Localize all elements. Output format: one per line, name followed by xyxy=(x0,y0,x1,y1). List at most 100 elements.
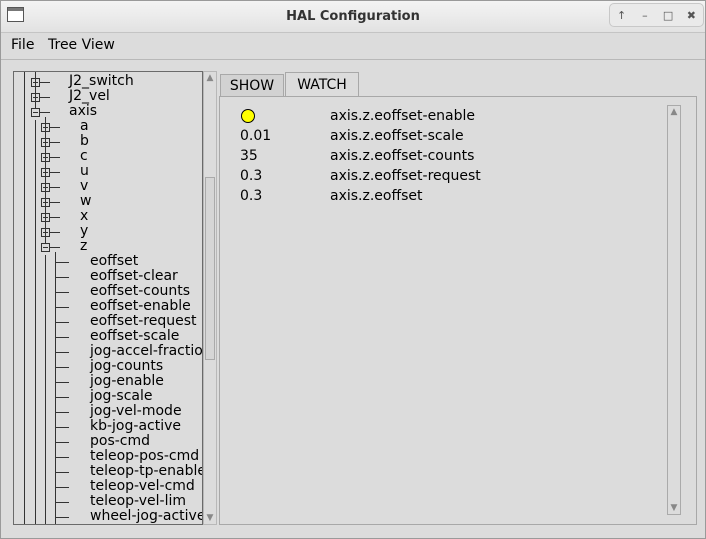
watch-row[interactable]: 0.01 axis.z.eoffset-scale xyxy=(220,126,660,146)
tree-connector-line xyxy=(55,442,69,443)
tree-connector-line xyxy=(55,262,69,263)
tree-connector-line xyxy=(55,427,69,428)
tree-connector-line xyxy=(35,120,36,524)
tree-connector-line xyxy=(55,292,69,293)
tree-node-u[interactable]: u xyxy=(80,164,89,179)
tree-connector-line xyxy=(55,352,69,353)
tree-connector-line xyxy=(35,72,36,108)
watch-pin-name: axis.z.eoffset xyxy=(330,188,423,204)
watch-value: 0.3 xyxy=(240,188,263,204)
tree-connector-line xyxy=(45,117,46,243)
tree-connector-line xyxy=(55,412,69,413)
keep-above-button[interactable]: ↑ xyxy=(613,6,631,24)
tree-connector-line xyxy=(40,97,50,98)
tree-leaf-wheel-jog-active[interactable]: wheel-jog-active xyxy=(90,509,202,524)
tree-node-y[interactable]: y xyxy=(80,224,88,239)
watch-pin-name: axis.z.eoffset-request xyxy=(330,168,481,184)
watch-row[interactable]: 0.3 axis.z.eoffset-request xyxy=(220,166,660,186)
tree-leaf-eoffset[interactable]: eoffset xyxy=(90,254,138,269)
hal-configuration-window: HAL Configuration ↑ – □ ✖ File Tree View… xyxy=(0,0,706,539)
tree-leaf-kb-jog-active[interactable]: kb-jog-active xyxy=(90,419,181,434)
tree-connector-line xyxy=(40,82,50,83)
tree-leaf-teleop-tp-enable[interactable]: teleop-tp-enable xyxy=(90,464,202,479)
tree-node-w[interactable]: w xyxy=(80,194,91,209)
tree-connector-line xyxy=(55,517,69,518)
tree-leaf-teleop-pos-cmd[interactable]: teleop-pos-cmd xyxy=(90,449,199,464)
watch-panel: axis.z.eoffset-enable 0.01 axis.z.eoffset-… xyxy=(219,96,697,525)
tree-node-z[interactable]: z xyxy=(80,239,87,254)
window-title: HAL Configuration xyxy=(286,9,420,24)
tree-node-a[interactable]: a xyxy=(80,119,89,134)
scroll-up-arrow-icon[interactable]: ▲ xyxy=(669,107,679,117)
tree-leaf-eoffset-enable[interactable]: eoffset-enable xyxy=(90,299,191,314)
tree-connector-line xyxy=(55,487,69,488)
tree-leaf-jog-counts[interactable]: jog-counts xyxy=(90,359,163,374)
tree-connector-line xyxy=(55,367,69,368)
tree-node-b[interactable]: b xyxy=(80,134,89,149)
menu-file[interactable]: File xyxy=(11,37,34,53)
menu-tree-view[interactable]: Tree View xyxy=(48,37,115,53)
tree-connector-line xyxy=(50,187,60,188)
tree-connector-line xyxy=(55,397,69,398)
watch-row[interactable]: 35 axis.z.eoffset-counts xyxy=(220,146,660,166)
tree-connector-line xyxy=(50,157,60,158)
tree-connector-line xyxy=(50,247,60,248)
tree-node-c[interactable]: c xyxy=(80,149,88,164)
tree-connector-line xyxy=(55,382,69,383)
tree-connector-line xyxy=(50,127,60,128)
tree-node-j2_switch[interactable]: J2_switch xyxy=(69,74,134,89)
tree-leaf-teleop-vel-lim[interactable]: teleop-vel-lim xyxy=(90,494,186,509)
watch-row[interactable]: 0.3 axis.z.eoffset xyxy=(220,186,660,206)
watch-value: 0.01 xyxy=(240,128,272,144)
tree-connector-line xyxy=(55,502,69,503)
tree-leaf-eoffset-request[interactable]: eoffset-request xyxy=(90,314,197,329)
menu-bar: File Tree View xyxy=(1,33,705,60)
tree-connector-line xyxy=(55,252,56,524)
tree-leaf-jog-enable[interactable]: jog-enable xyxy=(90,374,164,389)
tree-node-axis[interactable]: axis xyxy=(69,104,97,119)
collapse-minus-icon[interactable] xyxy=(41,243,50,252)
tree-connector-line xyxy=(55,457,69,458)
collapse-minus-icon[interactable] xyxy=(31,108,40,117)
tree-leaf-teleop-vel-cmd[interactable]: teleop-vel-cmd xyxy=(90,479,195,494)
tree-leaf-eoffset-scale[interactable]: eoffset-scale xyxy=(90,329,179,344)
scroll-down-arrow-icon[interactable]: ▼ xyxy=(669,503,679,513)
tree-connector-line xyxy=(45,255,46,524)
tree-node-x[interactable]: x xyxy=(80,209,88,224)
tree-leaf-eoffset-clear[interactable]: eoffset-clear xyxy=(90,269,178,284)
window-controls: ↑ – □ ✖ xyxy=(609,3,704,27)
bit-led-icon xyxy=(241,109,255,123)
watch-pin-name: axis.z.eoffset-enable xyxy=(330,108,476,124)
watch-pin-name: axis.z.eoffset-scale xyxy=(330,128,464,144)
tree-connector-line xyxy=(50,232,60,233)
tree-leaf-jog-scale[interactable]: jog-scale xyxy=(90,389,152,404)
minimize-button[interactable]: – xyxy=(636,6,654,24)
tree-connector-line xyxy=(55,337,69,338)
maximize-button[interactable]: □ xyxy=(659,6,677,24)
watch-scrollbar[interactable]: ▲ ▼ xyxy=(667,105,681,515)
tree-connector-line xyxy=(55,322,69,323)
title-bar[interactable]: HAL Configuration ↑ – □ ✖ xyxy=(1,1,705,33)
tree-node-j2_vel[interactable]: J2_vel xyxy=(69,89,110,104)
watch-row[interactable]: axis.z.eoffset-enable xyxy=(220,106,660,126)
tree-leaf-jog-accel-fraction[interactable]: jog-accel-fraction xyxy=(90,344,202,359)
watch-pin-name: axis.z.eoffset-counts xyxy=(330,148,475,164)
tab-watch[interactable]: WATCH xyxy=(285,72,359,97)
scroll-up-arrow-icon[interactable]: ▲ xyxy=(205,73,215,83)
tree-connector-line xyxy=(50,217,60,218)
tree-leaf-pos-cmd[interactable]: pos-cmd xyxy=(90,434,150,449)
watch-value: 35 xyxy=(240,148,258,164)
tree-connector-line xyxy=(55,472,69,473)
tree-node-v[interactable]: v xyxy=(80,179,88,194)
tree-leaf-eoffset-counts[interactable]: eoffset-counts xyxy=(90,284,190,299)
tree-leaf-jog-vel-mode[interactable]: jog-vel-mode xyxy=(90,404,182,419)
scroll-down-arrow-icon[interactable]: ▼ xyxy=(205,513,215,523)
tab-show[interactable]: SHOW xyxy=(220,74,284,97)
close-button[interactable]: ✖ xyxy=(682,6,700,24)
tree-scroll-thumb[interactable] xyxy=(205,177,215,360)
tree-content: J2_switch J2_vel axis a b c u v w x y z eoffset eoffs… xyxy=(14,72,202,524)
tree-connector-line xyxy=(50,202,60,203)
hal-tree[interactable]: J2_switch J2_vel axis a b c u v w x y z eoffset eoffs… xyxy=(13,71,203,525)
tree-connector-line xyxy=(24,72,25,524)
tree-scrollbar[interactable]: ▲ ▼ xyxy=(203,71,217,525)
